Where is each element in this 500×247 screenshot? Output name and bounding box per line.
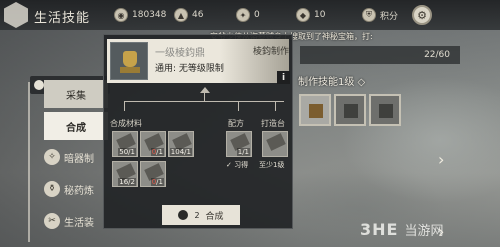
dart-icon: ✧ (44, 149, 60, 165)
recipe-slot[interactable]: 1/1 (226, 131, 252, 157)
craft-label: 合成 (205, 211, 224, 222)
tree-line (238, 101, 239, 111)
token-icon: ◆ (296, 8, 310, 22)
tree-line (124, 101, 284, 111)
tab-gather[interactable]: 采集 (44, 80, 108, 108)
nav-item-label: 生活装 (64, 217, 94, 229)
coin-value: 180348 (132, 10, 167, 20)
item-header: 一级棱鈞鼎 通用: 无等级限制 棱鈞制作 i (107, 39, 290, 84)
material-slot[interactable]: 104/1 (168, 131, 194, 157)
medicine-icon: ⚱ (44, 181, 60, 197)
coin-resource: ◉ 180348 (114, 8, 166, 22)
material-count: 0/1 (150, 148, 164, 156)
gear-icon: ⚙ (417, 8, 427, 22)
token-value: 10 (314, 10, 326, 20)
token-resource: ◆ 10 (296, 8, 325, 22)
craft-item-slot[interactable] (369, 94, 401, 126)
watermark-text: 当游网 (404, 223, 444, 239)
nav-item-medicine[interactable]: ⚱ 秘药炼 (44, 176, 108, 202)
tree-arrow-icon (200, 87, 210, 93)
nav-item-label: 秘药炼 (64, 185, 94, 197)
materials-heading: 合成材料 (110, 119, 142, 128)
feather-icon: ✦ (236, 8, 250, 22)
material-slot[interactable]: 0/1 (140, 131, 166, 157)
material-count: 0/1 (150, 178, 164, 186)
craft-item-slot[interactable] (299, 94, 331, 126)
tree-line (204, 91, 205, 101)
tab-craft[interactable]: 合成 (44, 112, 108, 140)
vitality-value: 22/60 (300, 46, 460, 64)
settings-button[interactable]: ⚙ (412, 5, 432, 25)
material-slot[interactable]: 50/1 (112, 131, 138, 157)
bench-slot[interactable] (262, 131, 288, 157)
nav-item-darts[interactable]: ✧ 暗器制 (44, 144, 108, 170)
cost-icon (178, 210, 189, 220)
feather-resource: ✦ 0 (236, 8, 260, 22)
page-title: 生活技能 (34, 11, 91, 26)
info-button[interactable]: i (277, 71, 290, 84)
material-count: 16/2 (118, 178, 136, 186)
nav-item-life-gear[interactable]: ✂ 生活装 (44, 208, 108, 234)
nav-divider (28, 82, 30, 242)
nav-item-label: 暗器制 (64, 153, 94, 165)
item-tag: 棱鈞制作 (253, 47, 290, 57)
anvil-icon (344, 104, 358, 118)
watermark-logo: 3HE (360, 219, 399, 239)
points-label: 积分 (380, 11, 399, 22)
item-description: 通用: 无等级限制 (155, 64, 224, 74)
tree-line (124, 101, 125, 111)
anvil-icon (266, 133, 286, 151)
silver-icon: ▲ (174, 8, 188, 22)
material-count: 50/1 (118, 148, 136, 156)
silver-value: 46 (192, 10, 204, 20)
feather-value: 0 (254, 10, 260, 20)
bench-requirement: 至少1级 (259, 161, 285, 169)
tool-icon: ✂ (44, 213, 60, 229)
watermark: 3HE 当游网 (360, 214, 496, 244)
recipe-heading: 配方 (228, 119, 244, 128)
cauldron-icon (309, 104, 323, 118)
top-bar: 生活技能 ◉ 180348 ▲ 46 ✦ 0 ◆ 10 ⛨ 积分 ⚙ (0, 0, 500, 30)
craft-button[interactable]: 2 合成 (162, 205, 240, 225)
points-resource[interactable]: ⛨ 积分 (362, 8, 398, 22)
anvil-icon (379, 104, 393, 118)
item-detail-popup: 一级棱鈞鼎 通用: 无等级限制 棱鈞制作 i 合成材料 配方 打造台 50/1 … (103, 34, 293, 229)
cauldron-icon (110, 42, 148, 80)
vitality-icon (34, 80, 44, 90)
left-nav: 体力 采集 合成 ✧ 暗器制 ⚱ 秘药炼 ✂ 生活装 (0, 30, 110, 247)
craft-cost: 2 (194, 210, 200, 220)
item-name: 一级棱鈞鼎 (155, 48, 205, 59)
emblem-icon (4, 2, 28, 28)
skill-level-label: 制作技能1级 ◇ (298, 77, 366, 88)
material-slot[interactable]: 0/1 (140, 161, 166, 187)
shield-icon: ⛨ (362, 8, 376, 22)
recipe-count: 1/1 (236, 148, 250, 156)
bench-heading: 打造台 (261, 119, 285, 128)
chevron-right-icon[interactable]: › (438, 150, 444, 169)
silver-resource: ▲ 46 (174, 8, 203, 22)
recipe-status: ✓ 习得 (226, 161, 249, 169)
life-skill-screen: 生活技能 ◉ 180348 ▲ 46 ✦ 0 ◆ 10 ⛨ 积分 ⚙ 安爷少侠从… (0, 0, 500, 247)
tree-line (275, 101, 276, 111)
craft-item-slot[interactable] (334, 94, 366, 126)
material-slot[interactable]: 16/2 (112, 161, 138, 187)
material-count: 104/1 (169, 148, 192, 156)
coin-icon: ◉ (114, 8, 128, 22)
